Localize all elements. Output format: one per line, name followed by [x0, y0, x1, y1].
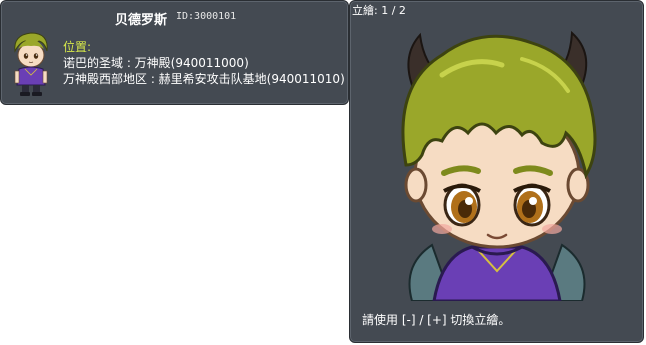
location-line: 万神殿西部地区 : 赫里希安攻击队基地(940011010): [63, 72, 345, 86]
location-label: 位置:: [63, 40, 92, 54]
npc-id: ID:3000101: [176, 11, 237, 22]
npc-avatar-icon: [14, 32, 48, 96]
npc-info-panel: 贝德罗斯 ID:3000101 位置: 诺巴的圣域 : 万神殿(94001100…: [0, 0, 349, 105]
portrait-hint: 請使用 [-] / [+] 切換立繪。: [362, 313, 511, 327]
portrait-panel: 立繪: 1 / 2 請使用 [-] / [+] 切換立繪。: [349, 0, 644, 343]
location-line: 诺巴的圣域 : 万神殿(940011000): [63, 56, 249, 70]
npc-portrait-icon: [401, 30, 597, 301]
location-info: 位置: 诺巴的圣域 : 万神殿(940011000) 万神殿西部地区 : 赫里希…: [63, 39, 345, 87]
npc-name: 贝德罗斯: [115, 13, 168, 28]
